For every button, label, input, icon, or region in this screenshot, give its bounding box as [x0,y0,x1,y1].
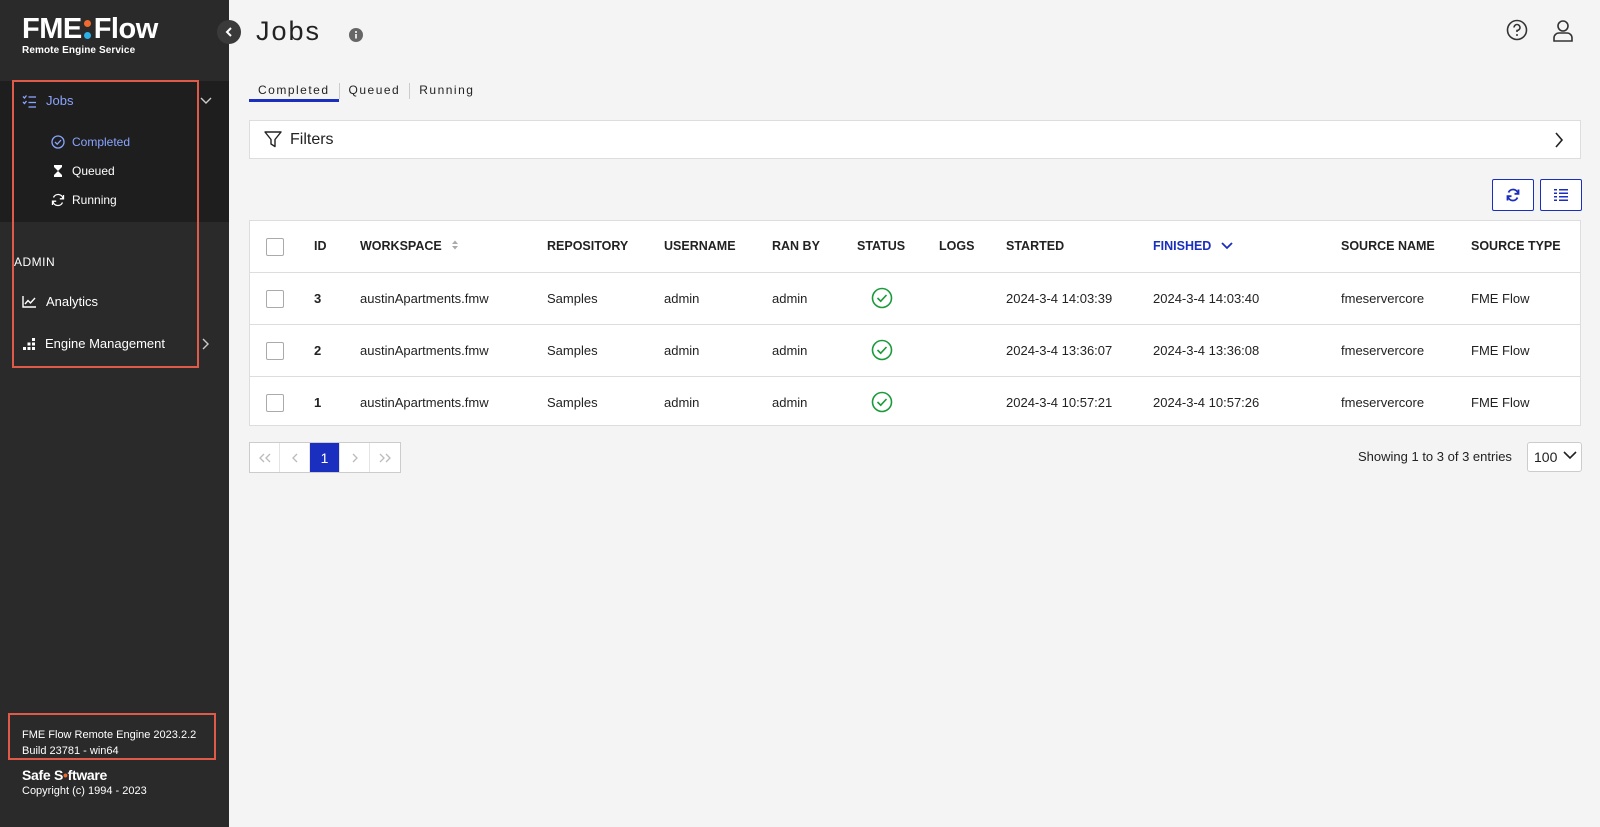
success-check-icon [871,391,893,413]
logo-dots [83,19,91,39]
cell-ran-by: admin [772,343,808,358]
last-page-button[interactable] [370,443,400,472]
table-header-row: ID WORKSPACE REPOSITORY USERNAME RAN BY … [250,221,1580,273]
column-header-workspace[interactable]: WORKSPACE [360,221,459,272]
collapse-sidebar-button[interactable] [217,20,241,44]
cell-id: 3 [314,291,322,306]
cell-source-type: FME Flow [1471,395,1530,410]
filters-label: Filters [290,130,334,148]
pagination: 1 [249,442,401,473]
first-page-button[interactable] [250,443,280,472]
cell-ran-by: admin [772,395,808,410]
cell-source-name: fmeservercore [1341,291,1425,306]
cell-finished: 2024-3-4 14:03:40 [1153,291,1260,306]
page-button-current[interactable]: 1 [310,443,340,472]
cell-finished: 2024-3-4 13:36:08 [1153,343,1260,358]
cell-workspace[interactable]: austinApartments.fmw [360,273,489,324]
row-checkbox[interactable] [266,394,284,412]
jobs-table: ID WORKSPACE REPOSITORY USERNAME RAN BY … [249,220,1581,426]
cell-source-type: FME Flow [1471,343,1530,358]
select-all-checkbox[interactable] [266,238,284,256]
safe-software-logo: Safe S•ftware [22,767,108,783]
page-size-select[interactable]: 100 [1527,442,1582,472]
fme-flow-logo[interactable]: FME Flow Remote Engine Service [22,14,158,56]
cell-finished: 2024-3-4 10:57:26 [1153,395,1260,410]
double-chevron-right-icon [379,453,391,462]
user-icon[interactable] [1552,19,1574,42]
cell-repository: Samples [547,291,598,306]
page-size-value: 100 [1534,449,1558,465]
cell-id: 1 [314,395,322,410]
sort-desc-icon [1221,242,1233,250]
column-header-status[interactable]: STATUS [857,221,905,272]
refresh-icon [1506,188,1520,202]
column-settings-button[interactable] [1540,179,1582,211]
chevron-right-icon [352,453,358,462]
column-header-id[interactable]: ID [314,221,327,272]
row-checkbox[interactable] [266,290,284,308]
chevron-left-icon [291,453,297,462]
copyright-text: Copyright (c) 1994 - 2023 [22,785,147,797]
version-line: FME Flow Remote Engine 2023.2.2 [22,729,197,741]
chevron-right-icon[interactable] [202,338,210,350]
highlight-box-nav [12,80,199,368]
sort-icon [452,240,459,250]
help-icon[interactable] [1506,19,1528,41]
info-icon[interactable] [349,28,363,42]
cell-repository: Samples [547,395,598,410]
refresh-button[interactable] [1492,179,1534,211]
cell-source-name: fmeservercore [1341,395,1425,410]
cell-started: 2024-3-4 10:57:21 [1006,395,1113,410]
version-info: FME Flow Remote Engine 2023.2.2 Build 23… [22,727,196,759]
cell-started: 2024-3-4 13:36:07 [1006,343,1113,358]
logo-text-flow: Flow [93,13,159,45]
cell-ran-by: admin [772,291,808,306]
double-chevron-left-icon [258,453,270,462]
table-row[interactable]: 3 austinApartments.fmw Samples admin adm… [250,273,1580,325]
chevron-down-icon [1563,451,1577,460]
row-checkbox[interactable] [266,342,284,360]
columns-icon [1554,189,1568,201]
cell-source-name: fmeservercore [1341,343,1425,358]
job-tabs: Completed Queued Running [249,80,483,102]
cell-username: admin [664,291,700,306]
column-header-source-type[interactable]: SOURCE TYPE [1471,221,1561,272]
column-header-source-name[interactable]: SOURCE NAME [1341,221,1435,272]
chevron-right-icon [1555,132,1564,148]
page-title: Jobs [256,16,322,46]
entries-count-text: Showing 1 to 3 of 3 entries [1358,449,1512,464]
column-header-ran-by[interactable]: RAN BY [772,221,820,272]
tab-completed[interactable]: Completed [249,80,339,102]
filters-panel[interactable]: Filters [249,120,1581,159]
column-header-repository[interactable]: REPOSITORY [547,221,628,272]
column-header-started[interactable]: STARTED [1006,221,1064,272]
build-line: Build 23781 - win64 [22,745,119,757]
table-row[interactable]: 2 austinApartments.fmw Samples admin adm… [250,325,1580,377]
table-row[interactable]: 1 austinApartments.fmw Samples admin adm… [250,377,1580,429]
success-check-icon [871,287,893,309]
sidebar: FME Flow Remote Engine Service Jobs Comp… [0,0,229,827]
logo-subtitle: Remote Engine Service [22,45,136,56]
cell-username: admin [664,343,700,358]
tab-running[interactable]: Running [410,80,483,102]
cell-id: 2 [314,343,322,358]
column-header-finished[interactable]: FINISHED [1153,221,1233,272]
column-header-logs[interactable]: LOGS [939,221,974,272]
cell-workspace[interactable]: austinApartments.fmw [360,377,489,428]
success-check-icon [871,339,893,361]
column-header-username[interactable]: USERNAME [664,221,736,272]
tab-queued[interactable]: Queued [340,80,410,102]
filter-icon [264,131,282,148]
cell-source-type: FME Flow [1471,291,1530,306]
cell-workspace[interactable]: austinApartments.fmw [360,325,489,376]
logo-text-fme: FME [22,13,82,45]
chevron-left-icon [225,27,232,37]
prev-page-button[interactable] [280,443,310,472]
cell-started: 2024-3-4 14:03:39 [1006,291,1113,306]
cell-username: admin [664,395,700,410]
cell-repository: Samples [547,343,598,358]
chevron-down-icon[interactable] [200,97,212,105]
next-page-button[interactable] [340,443,370,472]
